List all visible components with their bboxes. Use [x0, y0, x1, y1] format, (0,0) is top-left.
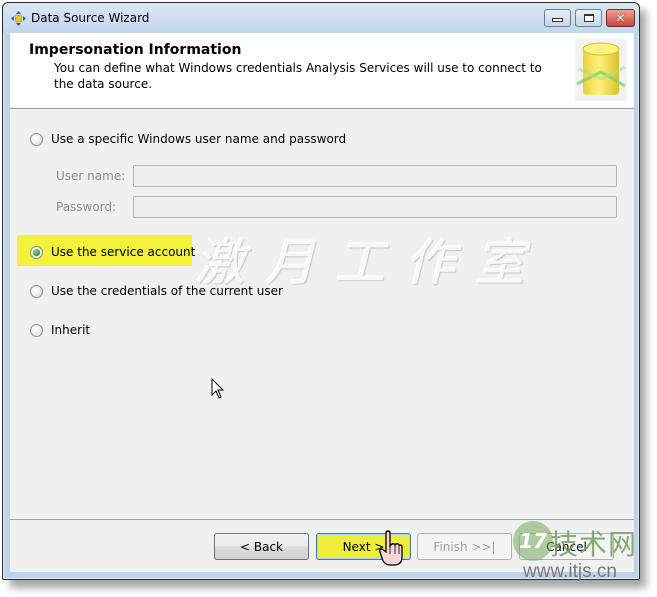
option-specific-user[interactable]: Use a specific Windows user name and pas… [30, 129, 346, 149]
mouse-pointer-icon [211, 378, 225, 399]
option-label: Use a specific Windows user name and pas… [51, 132, 347, 146]
studio-watermark: 激月工作室 [195, 234, 545, 292]
page-description: You can define what Windows credentials … [54, 61, 542, 91]
title-bar[interactable]: Data Source Wizard ✕ [3, 3, 639, 33]
site-logo-badge: 17 [513, 521, 553, 561]
option-inherit[interactable]: Inherit [30, 320, 90, 340]
radio-inherit[interactable] [30, 323, 43, 337]
minimize-icon [552, 18, 563, 22]
option-label: Use the service account [51, 245, 196, 259]
site-logo-text: 技术网 [550, 528, 638, 561]
radio-specific-user[interactable] [30, 132, 43, 146]
minimize-button[interactable] [544, 9, 571, 27]
wizard-header: Impersonation Information You can define… [10, 33, 634, 109]
wizard-cube-icon [11, 11, 26, 26]
footer-divider [10, 519, 634, 520]
wizard-window: Data Source Wizard ✕ Impersonation Infor… [2, 2, 640, 580]
option-service-account[interactable]: Use the service account [30, 242, 195, 262]
radio-current-user[interactable] [30, 284, 43, 298]
back-button[interactable]: < Back [214, 533, 309, 560]
username-row: User name: [56, 165, 617, 187]
password-label: Password: [56, 200, 117, 214]
close-icon: ✕ [615, 11, 626, 25]
finish-button[interactable]: Finish >>| [417, 533, 512, 560]
wizard-client-area: Impersonation Information You can define… [10, 33, 634, 572]
maximize-button[interactable] [575, 9, 602, 27]
page-title: Impersonation Information [29, 42, 242, 58]
password-row: Password: [56, 196, 617, 218]
option-label: Inherit [51, 323, 91, 337]
close-button[interactable]: ✕ [606, 9, 635, 27]
hand-pointer-icon [379, 530, 403, 566]
password-input[interactable] [133, 196, 617, 218]
site-logo-url: www.itjs.cn [523, 561, 617, 582]
username-input[interactable] [133, 165, 617, 187]
username-label: User name: [56, 169, 126, 183]
database-cylinder-icon [575, 39, 627, 101]
maximize-icon [583, 14, 594, 22]
radio-service-account[interactable] [30, 245, 43, 259]
window-title: Data Source Wizard [31, 11, 150, 25]
